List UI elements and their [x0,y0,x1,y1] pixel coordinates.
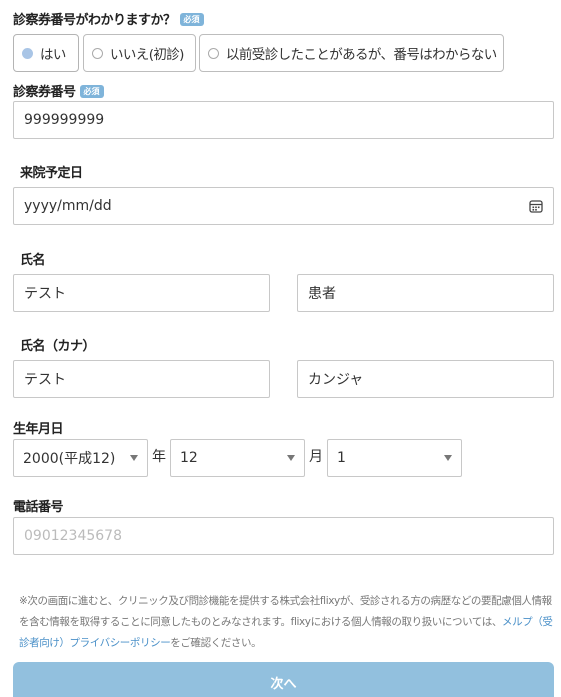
ticket-number-label: 診察券番号 必須 [13,81,104,100]
birth-day-select[interactable]: 1 [327,439,462,477]
radio-option-unknown-number[interactable]: 以前受診したことがあるが、番号はわからない [199,34,504,72]
chevron-down-icon [130,455,138,461]
birth-month-select[interactable]: 12 [170,439,305,477]
privacy-notice-text: ※次の画面に進むと、クリニック及び問診機能を提供する株式会社flixyが、受診さ… [19,595,552,628]
last-name-kana-input[interactable]: テスト [13,360,270,398]
first-name-kana-input[interactable]: カンジャ [297,360,554,398]
birthdate-label: 生年月日 [13,422,64,437]
privacy-notice-text-end: をご確認ください。 [170,637,262,649]
phone-label: 電話番号 [13,500,64,515]
visit-date-value: yyyy/mm/dd [24,198,112,214]
radio-option-yes[interactable]: はい [13,34,79,72]
visit-date-label: 来院予定日 [20,166,83,181]
ticket-known-label: 診察券番号がわかりますか？ 必須 [13,9,204,28]
required-badge: 必須 [179,13,204,26]
ticket-number-input[interactable]: 999999999 [13,101,554,139]
first-name-input[interactable]: 患者 [297,274,554,312]
year-unit-label: 年 [152,449,166,465]
radio-option-no-first-visit[interactable]: いいえ(初診) [83,34,196,72]
radio-option-no-label: いいえ(初診) [110,47,184,63]
month-unit-label: 月 [309,449,323,465]
required-badge: 必須 [79,85,104,98]
radio-option-yes-label: はい [40,47,66,63]
radio-unselected-icon [92,47,103,59]
birth-year-select[interactable]: 2000(平成12) [13,439,148,477]
phone-input[interactable]: 09012345678 [13,517,554,555]
privacy-notice: ※次の画面に進むと、クリニック及び問診機能を提供する株式会社flixyが、受診さ… [19,591,554,654]
birth-day-value: 1 [337,450,346,466]
last-name-input[interactable]: テスト [13,274,270,312]
birth-month-value: 12 [180,450,198,466]
radio-option-unknown-label: 以前受診したことがあるが、番号はわからない [226,47,497,63]
name-kana-label: 氏名（カナ） [20,339,96,354]
chevron-down-icon [287,455,295,461]
calendar-icon[interactable] [529,199,543,213]
ticket-known-label-text: 診察券番号がわかりますか？ [13,13,176,28]
ticket-number-label-text: 診察券番号 [13,85,76,100]
next-button[interactable]: 次へ [13,662,554,697]
visit-date-input[interactable]: yyyy/mm/dd [13,187,554,225]
radio-unselected-icon [208,47,219,59]
name-label: 氏名 [20,253,46,268]
birth-year-value: 2000(平成12) [23,451,116,467]
chevron-down-icon [444,455,452,461]
radio-selected-icon [22,47,33,59]
